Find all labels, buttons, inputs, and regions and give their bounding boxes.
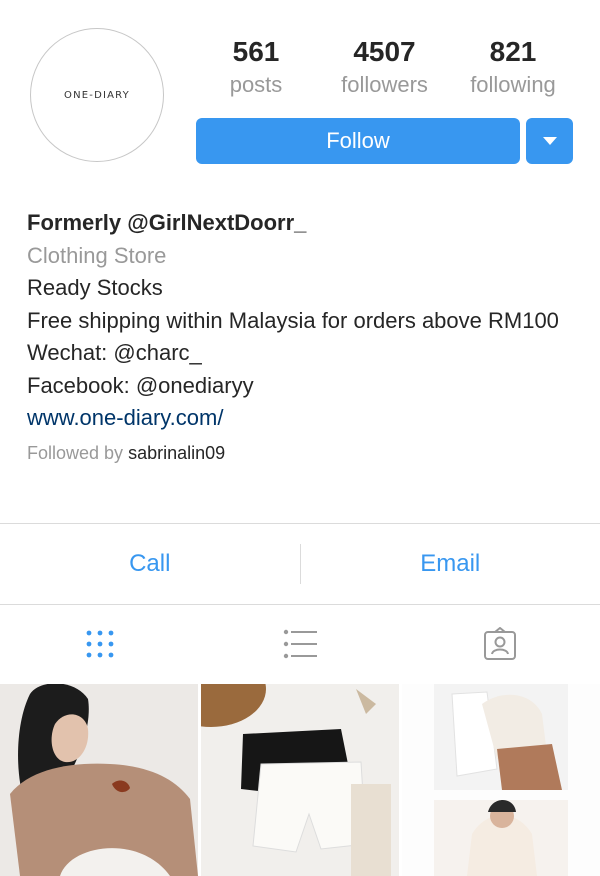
post-thumbnail[interactable]: [402, 684, 600, 876]
post-thumbnail[interactable]: [201, 684, 399, 876]
post-image: [402, 684, 600, 876]
profile-bio: Formerly @GirlNextDoorr_ Clothing Store …: [27, 207, 577, 467]
tab-list[interactable]: [200, 605, 400, 683]
bio-line: Wechat: @charc_: [27, 340, 202, 365]
post-grid: [0, 684, 600, 876]
stat-posts[interactable]: 561 posts: [196, 34, 316, 100]
followers-count: 4507: [353, 36, 416, 67]
bio-line: Facebook: @onediaryy: [27, 372, 254, 398]
tagged-icon: [484, 627, 516, 660]
profile-stats: 561 posts 4507 followers 821 following: [196, 34, 573, 100]
profile-page: ONE-DIARY 561 posts 4507 followers 821 f…: [0, 0, 600, 876]
follow-button[interactable]: Follow: [196, 118, 520, 164]
followed-by[interactable]: Followed by sabrinalin09: [27, 439, 577, 467]
followed-by-prefix: Followed by: [27, 442, 124, 463]
post-thumbnail[interactable]: [0, 684, 198, 876]
tab-grid[interactable]: [0, 605, 200, 683]
call-button[interactable]: Call: [0, 550, 300, 578]
avatar-logo-text: ONE-DIARY: [64, 89, 130, 101]
bio-line: Free shipping within Malaysia for orders…: [27, 307, 559, 333]
profile-avatar[interactable]: ONE-DIARY: [30, 28, 164, 162]
post-image: [0, 684, 198, 876]
followed-by-user: sabrinalin09: [128, 442, 226, 463]
grid-icon: [86, 630, 114, 658]
followers-label: followers: [341, 72, 428, 97]
posts-label: posts: [229, 72, 283, 97]
email-button[interactable]: Email: [301, 550, 600, 578]
bio-category: Clothing Store: [27, 242, 167, 268]
following-label: following: [470, 72, 556, 97]
stat-followers[interactable]: 4507 followers: [325, 34, 445, 100]
posts-count: 561: [232, 36, 280, 67]
caret-down-icon: [542, 137, 557, 145]
suggestions-dropdown-button[interactable]: [526, 118, 573, 164]
bio-line: Ready Stocks: [27, 275, 163, 300]
tab-tagged[interactable]: [400, 605, 600, 683]
list-icon: [283, 629, 317, 659]
stat-following[interactable]: 821 following: [453, 34, 573, 100]
contact-row: Call Email: [0, 524, 600, 604]
post-image: [201, 684, 399, 876]
following-count: 821: [489, 36, 537, 67]
bio-website-link[interactable]: www.one-diary.com/: [27, 402, 577, 435]
bio-name: Formerly @GirlNextDoorr_: [27, 210, 307, 235]
profile-tabs: [0, 605, 600, 683]
